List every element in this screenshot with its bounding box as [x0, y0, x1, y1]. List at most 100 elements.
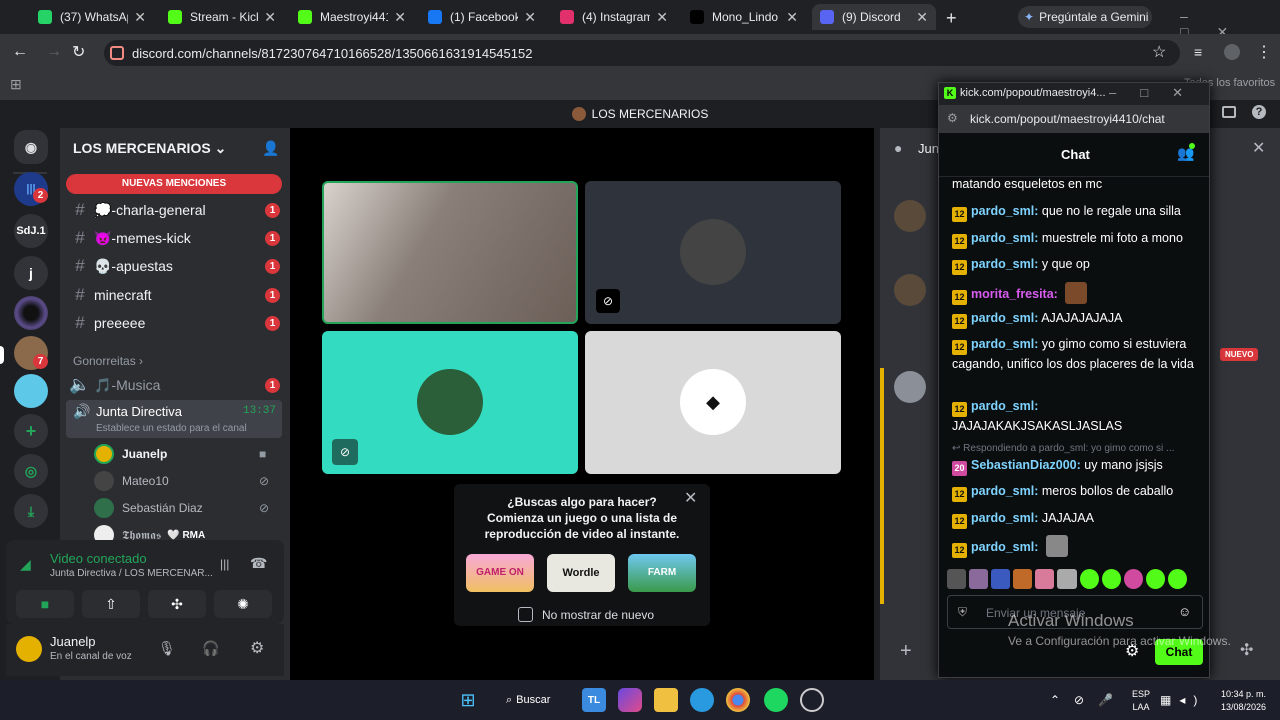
bookmark-star-icon[interactable]: ☆: [1152, 42, 1166, 62]
browser-tab[interactable]: Mono_Lindo (@ ✕: [682, 4, 806, 30]
chat-username[interactable]: pardo_sml:: [971, 204, 1038, 218]
channel-preeeee[interactable]: # preeeee 1: [66, 310, 284, 336]
browser-tab[interactable]: Stream - Kick D ✕: [160, 4, 284, 30]
emote-icon[interactable]: [969, 569, 989, 589]
add-server-icon[interactable]: +: [14, 414, 48, 448]
chat-message[interactable]: 12 pardo_sml: que no le regale una silla: [952, 202, 1202, 222]
profile-avatar[interactable]: [1224, 44, 1240, 60]
browser-tab[interactable]: (37) WhatsApp ✕: [30, 4, 154, 30]
new-tab-button[interactable]: +: [946, 8, 957, 29]
close-tab-icon[interactable]: ✕: [916, 9, 928, 26]
chat-username[interactable]: SebastianDiaz000:: [971, 458, 1081, 472]
system-tray-icons[interactable]: ▦◂): [1160, 693, 1205, 707]
game-card-farm[interactable]: FARM: [628, 554, 696, 592]
chat-message[interactable]: 12 pardo_sml: yo gimo como si estuviera c…: [952, 335, 1202, 373]
emote-bar[interactable]: [947, 569, 1188, 589]
channel-minecraft[interactable]: # minecraft 1: [66, 282, 284, 308]
channel-charla-general[interactable]: # 💭-charla-general 1: [66, 197, 284, 223]
voice-location[interactable]: Junta Directiva / LOS MERCENAR...: [50, 568, 213, 579]
download-icon[interactable]: ⤓: [14, 494, 48, 528]
browser-tab[interactable]: (9) Discord ✕: [812, 4, 936, 30]
edge-icon[interactable]: [690, 688, 714, 712]
voice-member[interactable]: Sebastián Diaz ⊘: [94, 496, 269, 520]
emote-icon[interactable]: [991, 569, 1011, 589]
emote-icon[interactable]: [1123, 569, 1143, 589]
taskbar-search[interactable]: ⌕ Buscar: [496, 688, 566, 712]
tray-icons[interactable]: ⌃⊘🎤: [1050, 693, 1127, 707]
chat-message[interactable]: matando esqueletos en mc: [952, 175, 1202, 193]
dont-show-checkbox[interactable]: [518, 607, 533, 622]
channel-memes-kick[interactable]: # 👿-memes-kick 1: [66, 225, 284, 251]
tune-icon[interactable]: ⚙: [947, 111, 958, 125]
close-tab-icon[interactable]: ✕: [394, 9, 406, 26]
chat-message[interactable]: 12 pardo_sml: y que op: [952, 255, 1202, 275]
address-bar[interactable]: discord.com/channels/817230764710166528/…: [104, 40, 1180, 66]
activity-button[interactable]: ✣: [148, 590, 206, 618]
gemini-button[interactable]: ✦ Pregúntale a Gemini: [1018, 6, 1152, 28]
discord-home-icon[interactable]: ◉: [14, 130, 48, 164]
avatar[interactable]: [16, 636, 42, 662]
emote-icon[interactable]: [1145, 569, 1165, 589]
chat-message[interactable]: 12 pardo_sml: JAJAJAKAKJSAKASLJASLAS: [952, 397, 1202, 435]
chat-message[interactable]: 20 SebastianDiaz000: uy mano jsjsjs: [952, 456, 1202, 476]
chat-username[interactable]: pardo_sml:: [971, 399, 1038, 413]
invite-icon[interactable]: 👤: [262, 140, 279, 157]
emote-icon[interactable]: [947, 569, 967, 589]
emote-icon[interactable]: [1013, 569, 1033, 589]
menu-list-icon[interactable]: ≡: [1194, 44, 1202, 60]
server-name[interactable]: LOS MERCENARIOS ⌄: [73, 140, 226, 157]
camera-button[interactable]: ■: [16, 590, 74, 618]
guild-icon-2[interactable]: SdJ.1: [14, 214, 48, 248]
windows-start-icon[interactable]: ⊞: [456, 688, 480, 712]
language-indicator[interactable]: ESP LAA: [1132, 688, 1150, 714]
video-tile-juanelp[interactable]: [322, 181, 578, 324]
clock[interactable]: 10:34 p. m. 13/08/2026: [1210, 688, 1266, 714]
close-tab-icon[interactable]: ✕: [786, 9, 798, 26]
voice-member[interactable]: Juanelp ■: [94, 442, 266, 466]
add-attachment-icon[interactable]: +: [900, 640, 912, 663]
help-icon[interactable]: ?: [1252, 105, 1266, 119]
spotify-icon[interactable]: [764, 688, 788, 712]
chat-username[interactable]: pardo_sml:: [971, 311, 1038, 325]
new-mentions-banner[interactable]: NUEVAS MENCIONES: [66, 174, 282, 194]
guild-icon-3[interactable]: j: [14, 256, 48, 290]
popout-window-controls[interactable]: –□✕: [1109, 85, 1207, 101]
noise-icon[interactable]: |||: [220, 557, 229, 571]
forward-icon[interactable]: →: [46, 43, 62, 61]
emote-icon[interactable]: [1057, 569, 1077, 589]
guild-icon-4[interactable]: [14, 296, 48, 330]
more-icon[interactable]: ⋮: [1256, 42, 1272, 62]
browser-tab[interactable]: Maestroyi4410 ✕: [290, 4, 414, 30]
microphone-icon[interactable]: 🎙: [158, 640, 176, 657]
close-tab-icon[interactable]: ✕: [656, 9, 668, 26]
emote-icon[interactable]: [1035, 569, 1055, 589]
chat-username[interactable]: pardo_sml:: [971, 231, 1038, 245]
voice-status[interactable]: Establece un estado para el canal: [96, 423, 247, 434]
headphones-icon[interactable]: 🎧: [202, 640, 219, 657]
emote-icon[interactable]: [1101, 569, 1121, 589]
steam-icon[interactable]: [800, 688, 824, 712]
close-tab-icon[interactable]: ✕: [524, 9, 536, 26]
file-explorer-icon[interactable]: [654, 688, 678, 712]
chat-message[interactable]: 12 pardo_sml: JAJAJAA: [952, 509, 1202, 529]
guild-icon-6[interactable]: [14, 374, 48, 408]
video-tile-thomas[interactable]: ◆: [585, 331, 841, 474]
channel-apuestas[interactable]: # 💀-apuestas 1: [66, 253, 284, 279]
channel-musica[interactable]: 🔈 🎵-Musica 1: [66, 372, 284, 398]
browser-tab[interactable]: (1) Facebook ✕: [420, 4, 544, 30]
chrome-icon[interactable]: [726, 688, 750, 712]
close-tab-icon[interactable]: ✕: [264, 9, 276, 26]
emote-icon[interactable]: [1079, 569, 1099, 589]
close-icon[interactable]: ✕: [1252, 138, 1265, 158]
emoji-icon[interactable]: ☺: [1178, 604, 1191, 619]
chat-message[interactable]: 12 pardo_sml: meros bollos de caballo: [952, 482, 1202, 502]
apps-icon[interactable]: ✣: [1240, 640, 1253, 660]
soundboard-button[interactable]: ✺: [214, 590, 272, 618]
chat-username[interactable]: pardo_sml:: [971, 257, 1038, 271]
chat-message[interactable]: 12 pardo_sml: AJAJAJAJAJA: [952, 309, 1202, 329]
chat-username[interactable]: morita_fresita:: [971, 287, 1058, 301]
game-card-gameon[interactable]: GAME ON: [466, 554, 534, 592]
chat-username[interactable]: pardo_sml:: [971, 540, 1038, 554]
chat-username[interactable]: pardo_sml:: [971, 511, 1038, 525]
category-gonorreitas[interactable]: Gonorreitas ›: [73, 354, 143, 368]
